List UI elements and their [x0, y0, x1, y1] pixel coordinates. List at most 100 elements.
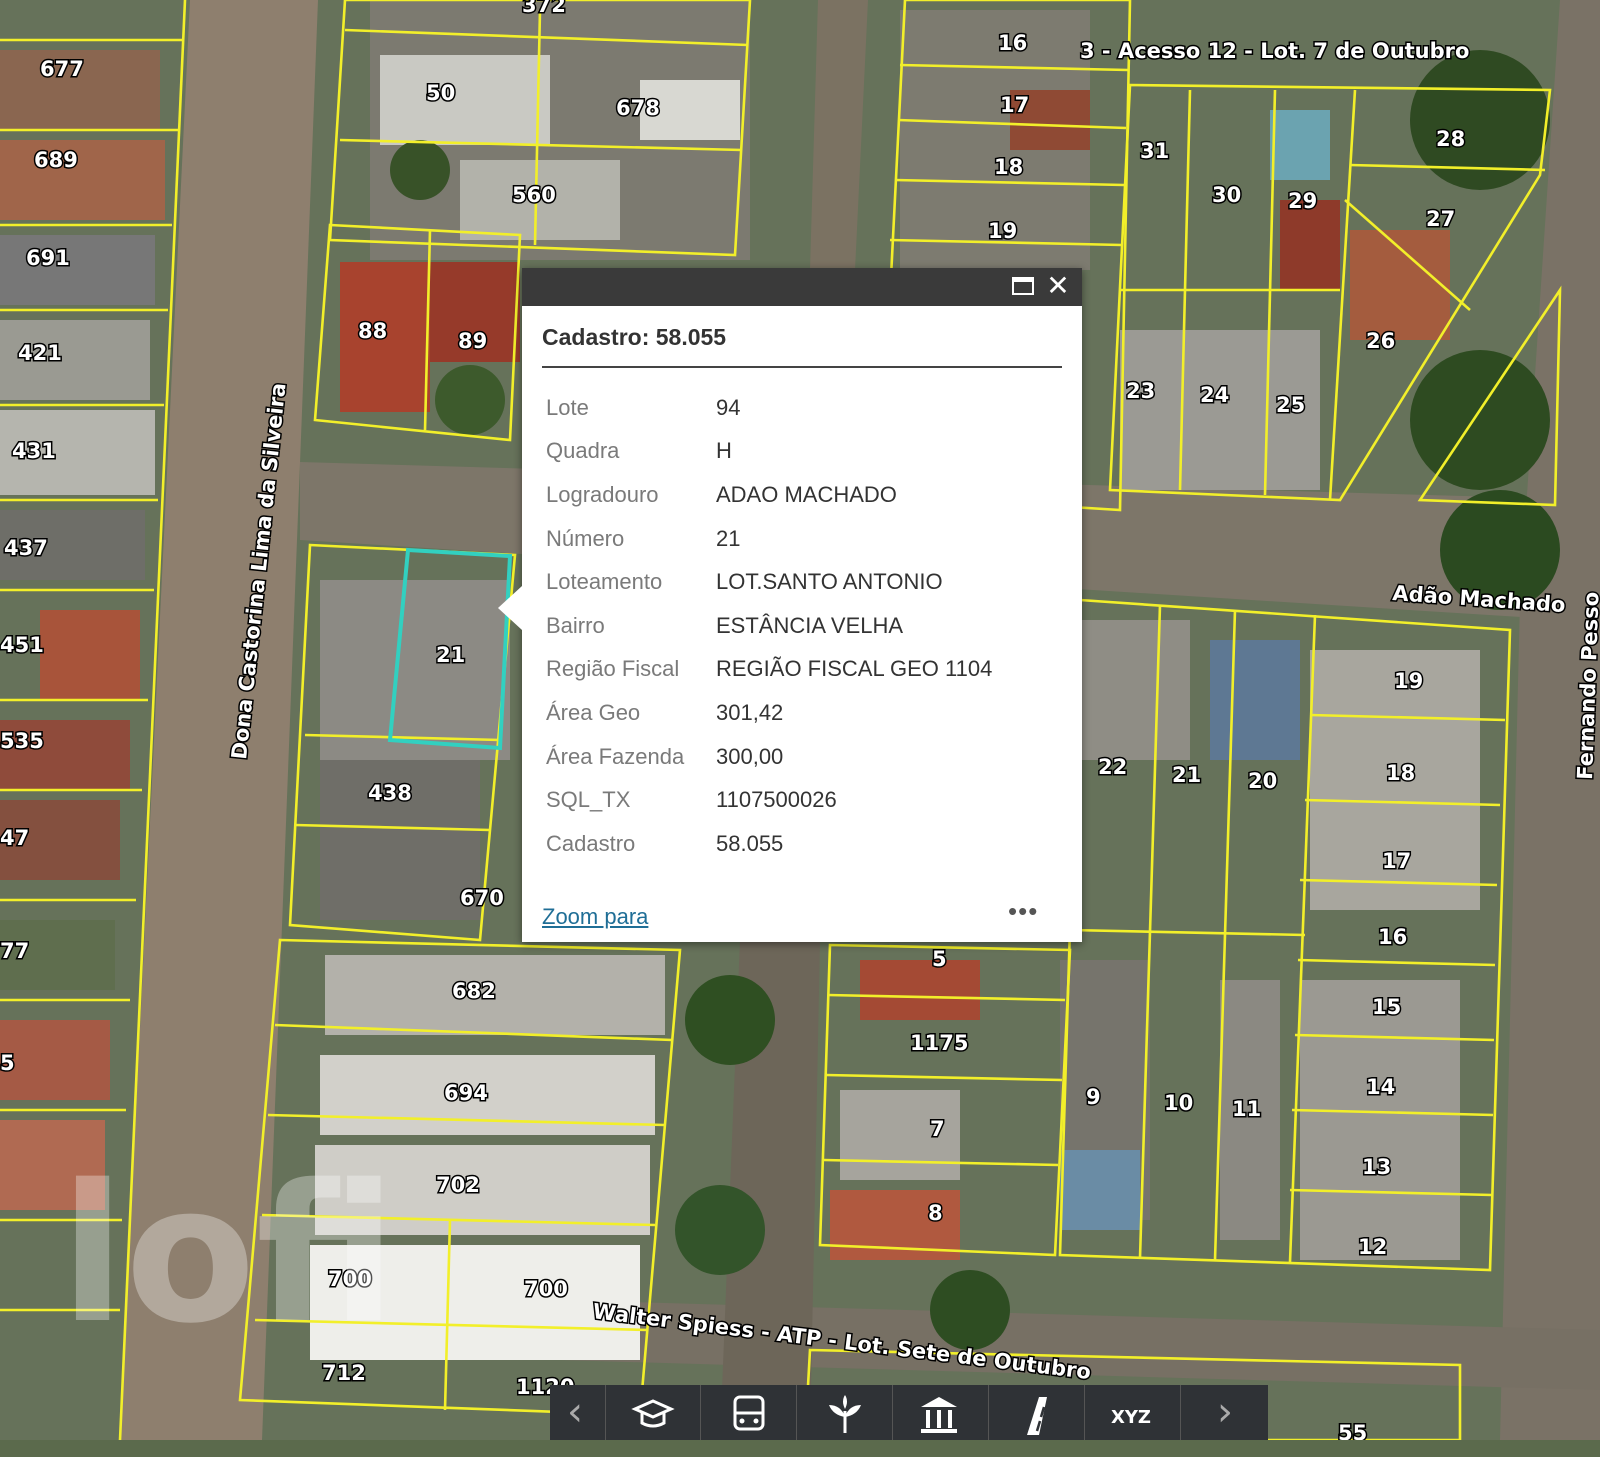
parcel-label: 1175	[910, 1031, 968, 1055]
attr-label: Região Fiscal	[546, 656, 680, 682]
attr-label: Número	[546, 525, 625, 551]
parcel-label: 421	[18, 341, 62, 365]
popup-header-bar: ✕	[522, 268, 1082, 306]
parcel-label: 14	[1366, 1075, 1395, 1099]
table-row: Loteamento LOT.SANTO ANTONIO	[546, 560, 1066, 604]
maximize-icon[interactable]	[1012, 277, 1034, 295]
attr-value: ADAO MACHADO	[716, 481, 897, 507]
popup-pointer	[498, 586, 522, 630]
parcel-label: 691	[26, 246, 70, 270]
parcel-label: 88	[358, 319, 387, 343]
parcel-label: 30	[1212, 183, 1241, 207]
attr-label: SQL_TX	[546, 787, 631, 813]
road-icon[interactable]	[1002, 1385, 1068, 1440]
parcel-info-popup: ✕ Cadastro: 58.055 Lote 94 Quadra H Lograd…	[522, 268, 1082, 942]
parcel-label: 89	[458, 329, 487, 353]
parcel-label: 27	[1426, 207, 1455, 231]
parcel-label: 21	[1172, 763, 1201, 787]
close-icon[interactable]: ✕	[1044, 272, 1072, 300]
parcel-label: 19	[1394, 669, 1423, 693]
parcel-label: 8	[928, 1201, 943, 1225]
popup-title: Cadastro: 58.055	[542, 324, 727, 350]
bus-icon[interactable]	[716, 1385, 782, 1440]
toolbar-prev-button[interactable]: ‹	[550, 1385, 600, 1440]
parcel-label: 5	[0, 1051, 15, 1075]
attr-value: REGIÃO FISCAL GEO 1104	[716, 656, 993, 682]
zoom-to-link[interactable]: Zoom para	[542, 904, 648, 930]
parcel-label: 9	[1086, 1085, 1101, 1109]
table-row: Lote 94	[546, 386, 1066, 430]
parcel-label: 24	[1200, 383, 1229, 407]
attr-label: Área Geo	[546, 699, 641, 725]
parcel-label: 19	[988, 219, 1017, 243]
attr-label: Logradouro	[546, 481, 659, 507]
xyz-label: XYZ	[1111, 1407, 1151, 1428]
parcel-label: 12	[1358, 1235, 1387, 1259]
parcel-label: 682	[452, 979, 496, 1003]
parcel-label: 17	[1000, 93, 1029, 117]
parcel-label: 437	[4, 536, 48, 560]
attr-label: Bairro	[546, 612, 605, 638]
attribute-table: Lote 94 Quadra H Logradouro ADAO MACHADO Nú…	[546, 386, 1066, 866]
parcel-label: 7	[930, 1117, 945, 1141]
table-row: Quadra H	[546, 430, 1066, 474]
plant-icon[interactable]	[812, 1385, 878, 1440]
parcel-label: 23	[1126, 379, 1155, 403]
map-toolbar: ‹ XYZ ›	[550, 1385, 1268, 1440]
parcel-label: 700	[524, 1277, 568, 1301]
table-row: Região Fiscal REGIÃO FISCAL GEO 1104	[546, 648, 1066, 692]
table-row: Bairro ESTÂNCIA VELHA	[546, 604, 1066, 648]
parcel-label: 18	[1386, 761, 1415, 785]
graduation-cap-icon[interactable]	[620, 1385, 686, 1440]
attr-value: 1107500026	[716, 787, 837, 813]
parcel-label: 50	[426, 81, 455, 105]
parcel-label: 26	[1366, 329, 1395, 353]
attr-label: Loteamento	[546, 569, 663, 595]
parcel-label: 11	[1232, 1097, 1261, 1121]
parcel-label: 20	[1248, 769, 1277, 793]
attr-label: Cadastro	[546, 830, 636, 856]
table-row: Cadastro 58.055	[546, 822, 1066, 866]
popup-divider	[542, 366, 1062, 368]
parcel-label: 18	[994, 155, 1023, 179]
table-row: Área Geo 301,42	[546, 691, 1066, 735]
parcel-label: 29	[1288, 189, 1317, 213]
toolbar-next-button[interactable]: ›	[1200, 1385, 1250, 1440]
attr-value: H	[716, 438, 732, 464]
parcel-label: 5	[932, 947, 947, 971]
parcel-label: 28	[1436, 127, 1465, 151]
parcel-label: 13	[1362, 1155, 1391, 1179]
parcel-label: 677	[40, 57, 84, 81]
parcel-label: 16	[998, 31, 1027, 55]
attr-value: 94	[716, 394, 741, 420]
table-row: SQL_TX 1107500026	[546, 778, 1066, 822]
more-options-icon[interactable]: •••	[1008, 896, 1038, 927]
table-row: Área Fazenda 300,00	[546, 735, 1066, 779]
parcel-label: 55	[1338, 1421, 1367, 1440]
table-row: Número 21	[546, 517, 1066, 561]
watermark-logo: lofi	[60, 1144, 397, 1365]
attr-value: 301,42	[716, 699, 784, 725]
parcel-label: 15	[1372, 995, 1401, 1019]
attr-value: 300,00	[716, 743, 784, 769]
parcel-label: 702	[436, 1173, 480, 1197]
parcel-label: 16	[1378, 925, 1407, 949]
parcel-label: 438	[368, 781, 412, 805]
parcel-label: 22	[1098, 755, 1127, 779]
museum-icon[interactable]	[906, 1385, 972, 1440]
parcel-label: 25	[1276, 393, 1305, 417]
parcel-label: 47	[0, 826, 29, 850]
parcel-label: 451	[0, 633, 44, 657]
attr-label: Quadra	[546, 438, 620, 464]
parcel-label: 10	[1164, 1091, 1193, 1115]
parcel-label: 678	[616, 96, 660, 120]
attr-value: 21	[716, 525, 741, 551]
parcel-label: 17	[1382, 849, 1411, 873]
parcel-label: 21	[436, 643, 465, 667]
attr-value: 58.055	[716, 830, 784, 856]
parcel-label: 694	[444, 1081, 488, 1105]
parcel-label: 670	[460, 886, 504, 910]
parcel-label: 560	[512, 183, 556, 207]
attr-label: Área Fazenda	[546, 743, 685, 769]
xyz-coordinates-button[interactable]: XYZ	[1098, 1385, 1164, 1440]
